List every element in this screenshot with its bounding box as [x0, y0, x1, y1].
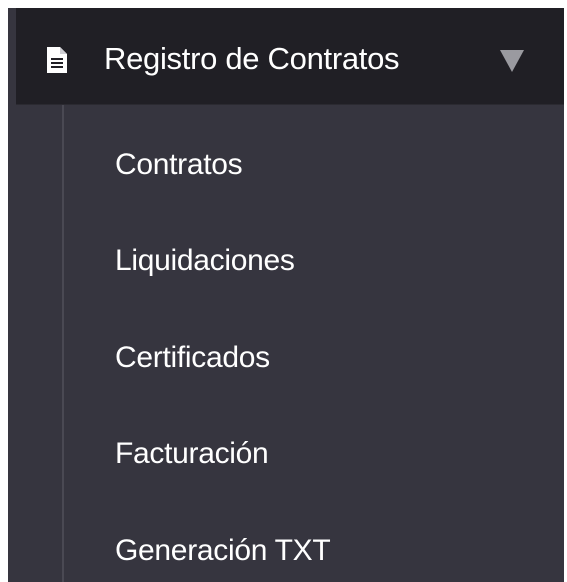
submenu-item-contratos[interactable]: Contratos — [115, 145, 243, 185]
menu-group-registro-de-contratos[interactable]: Registro de Contratos — [16, 8, 564, 105]
submenu-item-generacion-txt[interactable]: Generación TXT — [115, 531, 331, 571]
submenu-item-liquidaciones[interactable]: Liquidaciones — [115, 241, 295, 281]
submenu-tree-line — [62, 105, 64, 582]
caret-down-icon[interactable] — [500, 50, 524, 72]
submenu-item-facturacion[interactable]: Facturación — [115, 434, 269, 474]
sidebar-menu: Registro de Contratos Contratos Liquidac… — [8, 8, 564, 582]
document-icon — [47, 47, 67, 73]
menu-group-label: Registro de Contratos — [104, 41, 400, 76]
submenu-item-certificados[interactable]: Certificados — [115, 338, 270, 378]
